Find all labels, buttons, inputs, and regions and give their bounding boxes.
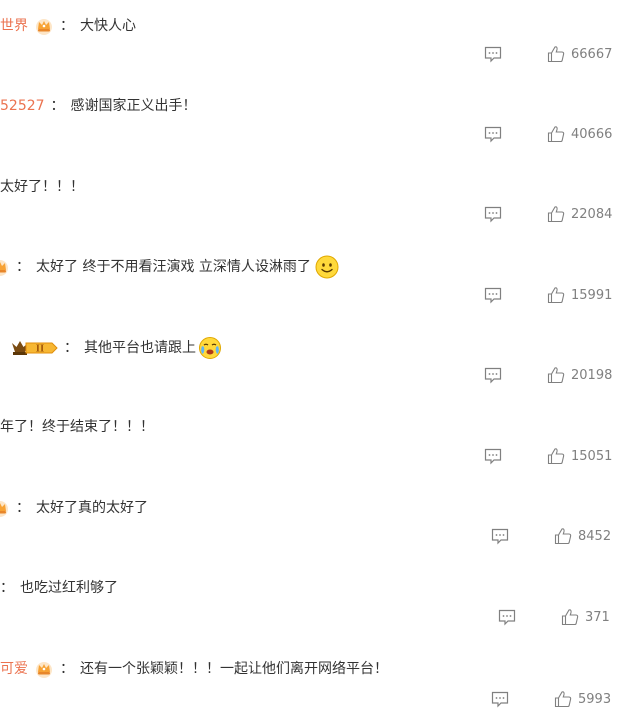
thumbs-up-icon: [547, 205, 565, 223]
comment-item: 世界 ： 大快人心 66667: [0, 0, 633, 80]
like-button[interactable]: 15051: [547, 447, 612, 465]
vip-level-badge: II: [10, 338, 58, 358]
reply-icon[interactable]: [483, 44, 503, 64]
crown-icon: [0, 498, 10, 518]
comment-actions: 40666: [483, 120, 612, 148]
smile-emoji-icon: [315, 255, 339, 279]
reply-icon[interactable]: [497, 607, 517, 627]
thumbs-up-icon: [554, 690, 572, 708]
comment-line: ： 太好了真的太好了: [0, 496, 148, 520]
like-button[interactable]: 20198: [547, 366, 612, 384]
comment-username[interactable]: 可爱: [0, 657, 28, 681]
like-button[interactable]: 8452: [554, 527, 611, 545]
thumbs-up-icon: [547, 447, 565, 465]
comment-item: 可爱 ： 还有一个张颖颖！！！一起让他们离开网络平台！ 5993: [0, 643, 633, 723]
like-count: 371: [585, 609, 610, 625]
comment-item: ： 太好了 终于不用看汪演戏 立深情人设淋雨了 15991: [0, 241, 633, 321]
comment-item: 年了！终于结束了！！！ 15051: [0, 402, 633, 482]
comment-actions: 15991: [483, 281, 612, 309]
reply-icon[interactable]: [490, 526, 510, 546]
svg-text:II: II: [36, 345, 44, 355]
comment-text: 感谢国家正义出手！: [70, 98, 197, 114]
reply-icon[interactable]: [483, 204, 503, 224]
comment-line: 可爱 ： 还有一个张颖颖！！！一起让他们离开网络平台！: [0, 657, 388, 681]
comment-actions: 66667: [483, 40, 612, 68]
comment-text: 太好了真的太好了: [36, 500, 148, 516]
comment-line: 世界 ： 大快人心: [0, 14, 136, 38]
comment-line: II ： 其他平台也请跟上: [0, 336, 222, 360]
like-count: 40666: [571, 126, 613, 142]
thumbs-up-icon: [561, 608, 579, 626]
comment-line: ： 也吃过红利够了: [0, 576, 118, 600]
crying-emoji-icon: [198, 336, 222, 360]
thumbs-up-icon: [547, 366, 565, 384]
like-count: 66667: [571, 46, 613, 62]
colon: ：: [0, 580, 14, 596]
like-button[interactable]: 66667: [547, 45, 612, 63]
colon: ：: [64, 340, 78, 356]
reply-icon[interactable]: [483, 365, 503, 385]
colon: ：: [60, 18, 74, 34]
like-button[interactable]: 15991: [547, 286, 612, 304]
comment-text: 其他平台也请跟上: [84, 340, 196, 356]
like-button[interactable]: 371: [561, 608, 610, 626]
colon: ：: [16, 500, 30, 516]
reply-icon[interactable]: [483, 285, 503, 305]
like-count: 8452: [578, 528, 612, 544]
comment-actions: 22084: [483, 200, 612, 228]
comment-item: ： 太好了真的太好了 8452: [0, 482, 633, 562]
colon: ：: [50, 98, 65, 114]
reply-icon[interactable]: [490, 689, 510, 709]
like-button[interactable]: 22084: [547, 205, 612, 223]
comment-text: 也吃过红利够了: [20, 580, 118, 596]
comment-username[interactable]: 世界: [0, 14, 28, 38]
comment-line: ： 太好了 终于不用看汪演戏 立深情人设淋雨了: [0, 255, 339, 279]
thumbs-up-icon: [554, 527, 572, 545]
comment-actions: 371: [497, 603, 610, 631]
like-button[interactable]: 5993: [554, 690, 611, 708]
like-count: 5993: [578, 691, 612, 707]
colon: ：: [16, 259, 30, 275]
comment-actions: 20198: [483, 361, 612, 389]
reply-icon[interactable]: [483, 124, 503, 144]
comment-item: 52527 ： 感谢国家正义出手！ 40666: [0, 80, 633, 160]
comment-line: 太好了！！！: [0, 175, 84, 199]
reply-icon[interactable]: [483, 446, 503, 466]
comment-item: II ： 其他平台也请跟上 20198: [0, 321, 633, 401]
like-count: 20198: [571, 367, 613, 383]
comment-item: 太好了！！！ 22084: [0, 160, 633, 240]
comment-actions: 8452: [490, 522, 611, 550]
like-count: 22084: [571, 206, 613, 222]
like-count: 15051: [571, 448, 613, 464]
like-count: 15991: [571, 287, 613, 303]
thumbs-up-icon: [547, 286, 565, 304]
crown-icon: [34, 659, 54, 679]
comment-text: 太好了 终于不用看汪演戏 立深情人设淋雨了: [36, 259, 311, 275]
comment-line: 年了！终于结束了！！！: [0, 415, 154, 439]
thumbs-up-icon: [547, 125, 565, 143]
crown-icon: [0, 257, 10, 277]
thumbs-up-icon: [547, 45, 565, 63]
comment-text: 太好了！！！: [0, 179, 84, 195]
comment-actions: 5993: [490, 685, 611, 713]
comment-text: 大快人心: [80, 18, 136, 34]
crown-icon: [34, 16, 54, 36]
colon: ：: [60, 661, 74, 677]
like-button[interactable]: 40666: [547, 125, 612, 143]
comment-actions: 15051: [483, 442, 612, 470]
comment-username[interactable]: 52527: [0, 94, 45, 118]
comment-text: 年了！终于结束了！！！: [0, 419, 154, 435]
comment-line: 52527 ： 感谢国家正义出手！: [0, 94, 197, 118]
comment-item: ： 也吃过红利够了 371: [0, 563, 633, 643]
comment-text: 还有一个张颖颖！！！一起让他们离开网络平台！: [80, 661, 388, 677]
